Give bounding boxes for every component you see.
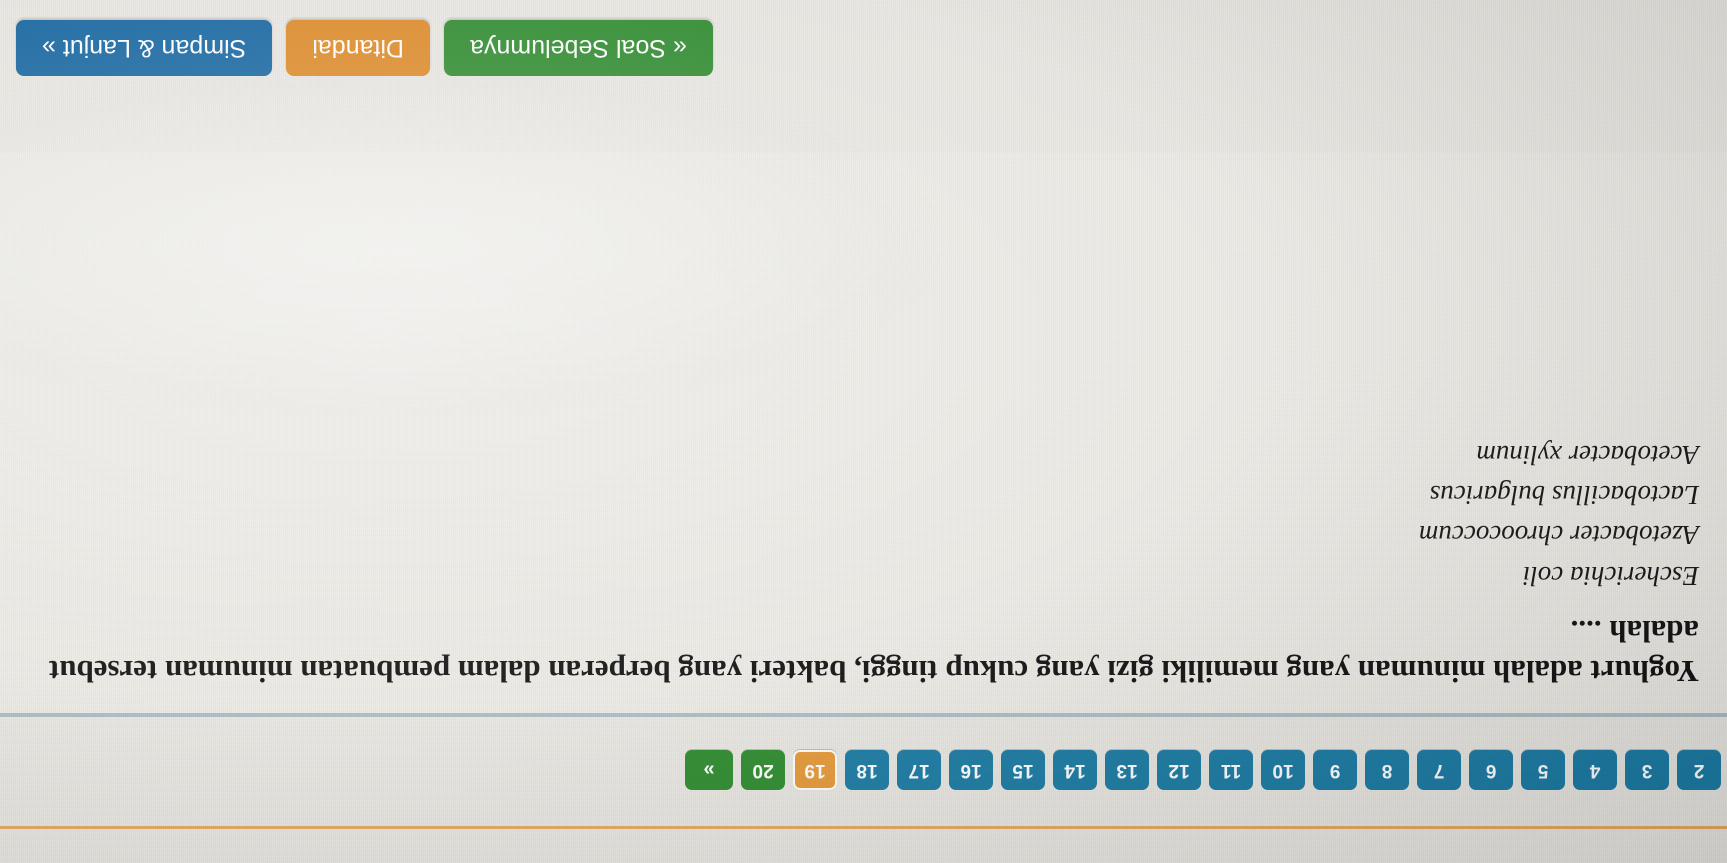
previous-question-button[interactable]: « Soal Sebelumnya <box>444 20 713 76</box>
pagination-item-12[interactable]: 12 <box>1157 750 1201 790</box>
pagination-item-15[interactable]: 15 <box>1001 750 1045 790</box>
quiz-page: 2 3 4 5 6 7 8 9 10 11 12 13 14 15 16 17 18 19 20» Yoghurt … <box>0 0 1727 863</box>
answer-option[interactable]: Escherichia coli <box>28 555 1699 595</box>
question-pagination[interactable]: 2 3 4 5 6 7 8 9 10 11 12 13 14 15 16 17 18 19 20» <box>0 739 1727 801</box>
pagination-item-20[interactable]: 20 <box>741 750 785 790</box>
pagination-item-17[interactable]: 17 <box>897 750 941 790</box>
top-accent-rule <box>0 826 1727 829</box>
pagination-item-11[interactable]: 11 <box>1209 750 1253 790</box>
pagination-item-9[interactable]: 9 <box>1313 750 1357 790</box>
pagination-item-13[interactable]: 13 <box>1105 750 1149 790</box>
pagination-item-19[interactable]: 19 <box>793 750 837 790</box>
pagination-item-16[interactable]: 16 <box>949 750 993 790</box>
flag-question-button[interactable]: Ditandai <box>286 20 431 76</box>
pagination-item-7[interactable]: 7 <box>1417 750 1461 790</box>
screen-content-upside-down: 2 3 4 5 6 7 8 9 10 11 12 13 14 15 16 17 18 19 20» Yoghurt … <box>0 0 1727 863</box>
pagination-item-8[interactable]: 8 <box>1365 750 1409 790</box>
question-text: Yoghurt adalah minuman yang memiliki giz… <box>48 614 1699 689</box>
pagination-item-18[interactable]: 18 <box>845 750 889 790</box>
pagination-item-2[interactable]: 2 <box>1677 750 1721 790</box>
photographed-screen: 2 3 4 5 6 7 8 9 10 11 12 13 14 15 16 17 18 19 20» Yoghurt … <box>0 0 1727 863</box>
pagination-next-icon[interactable]: » <box>685 750 733 790</box>
answer-option[interactable]: Azetobacter chroococcum <box>28 515 1699 555</box>
pagination-item-6[interactable]: 6 <box>1469 750 1513 790</box>
answer-options-list[interactable]: Escherichia coli Azetobacter chroococcum L… <box>28 434 1699 595</box>
pagination-item-10[interactable]: 10 <box>1261 750 1305 790</box>
pagination-item-4[interactable]: 4 <box>1573 750 1617 790</box>
pagination-item-3[interactable]: 3 <box>1625 750 1669 790</box>
action-bar: « Soal Sebelumnya Ditandai Simpan & Lanj… <box>0 0 1727 96</box>
save-and-next-button[interactable]: Simpan & Lanjut » <box>16 20 273 76</box>
answer-option[interactable]: Acetobacter xylinum <box>28 434 1699 474</box>
section-divider <box>0 713 1727 717</box>
answer-option[interactable]: Lactobacillus bulgaricus <box>28 475 1699 515</box>
question-card: Yoghurt adalah minuman yang memiliki giz… <box>0 153 1727 713</box>
pagination-item-14[interactable]: 14 <box>1053 750 1097 790</box>
pagination-item-5[interactable]: 5 <box>1521 750 1565 790</box>
